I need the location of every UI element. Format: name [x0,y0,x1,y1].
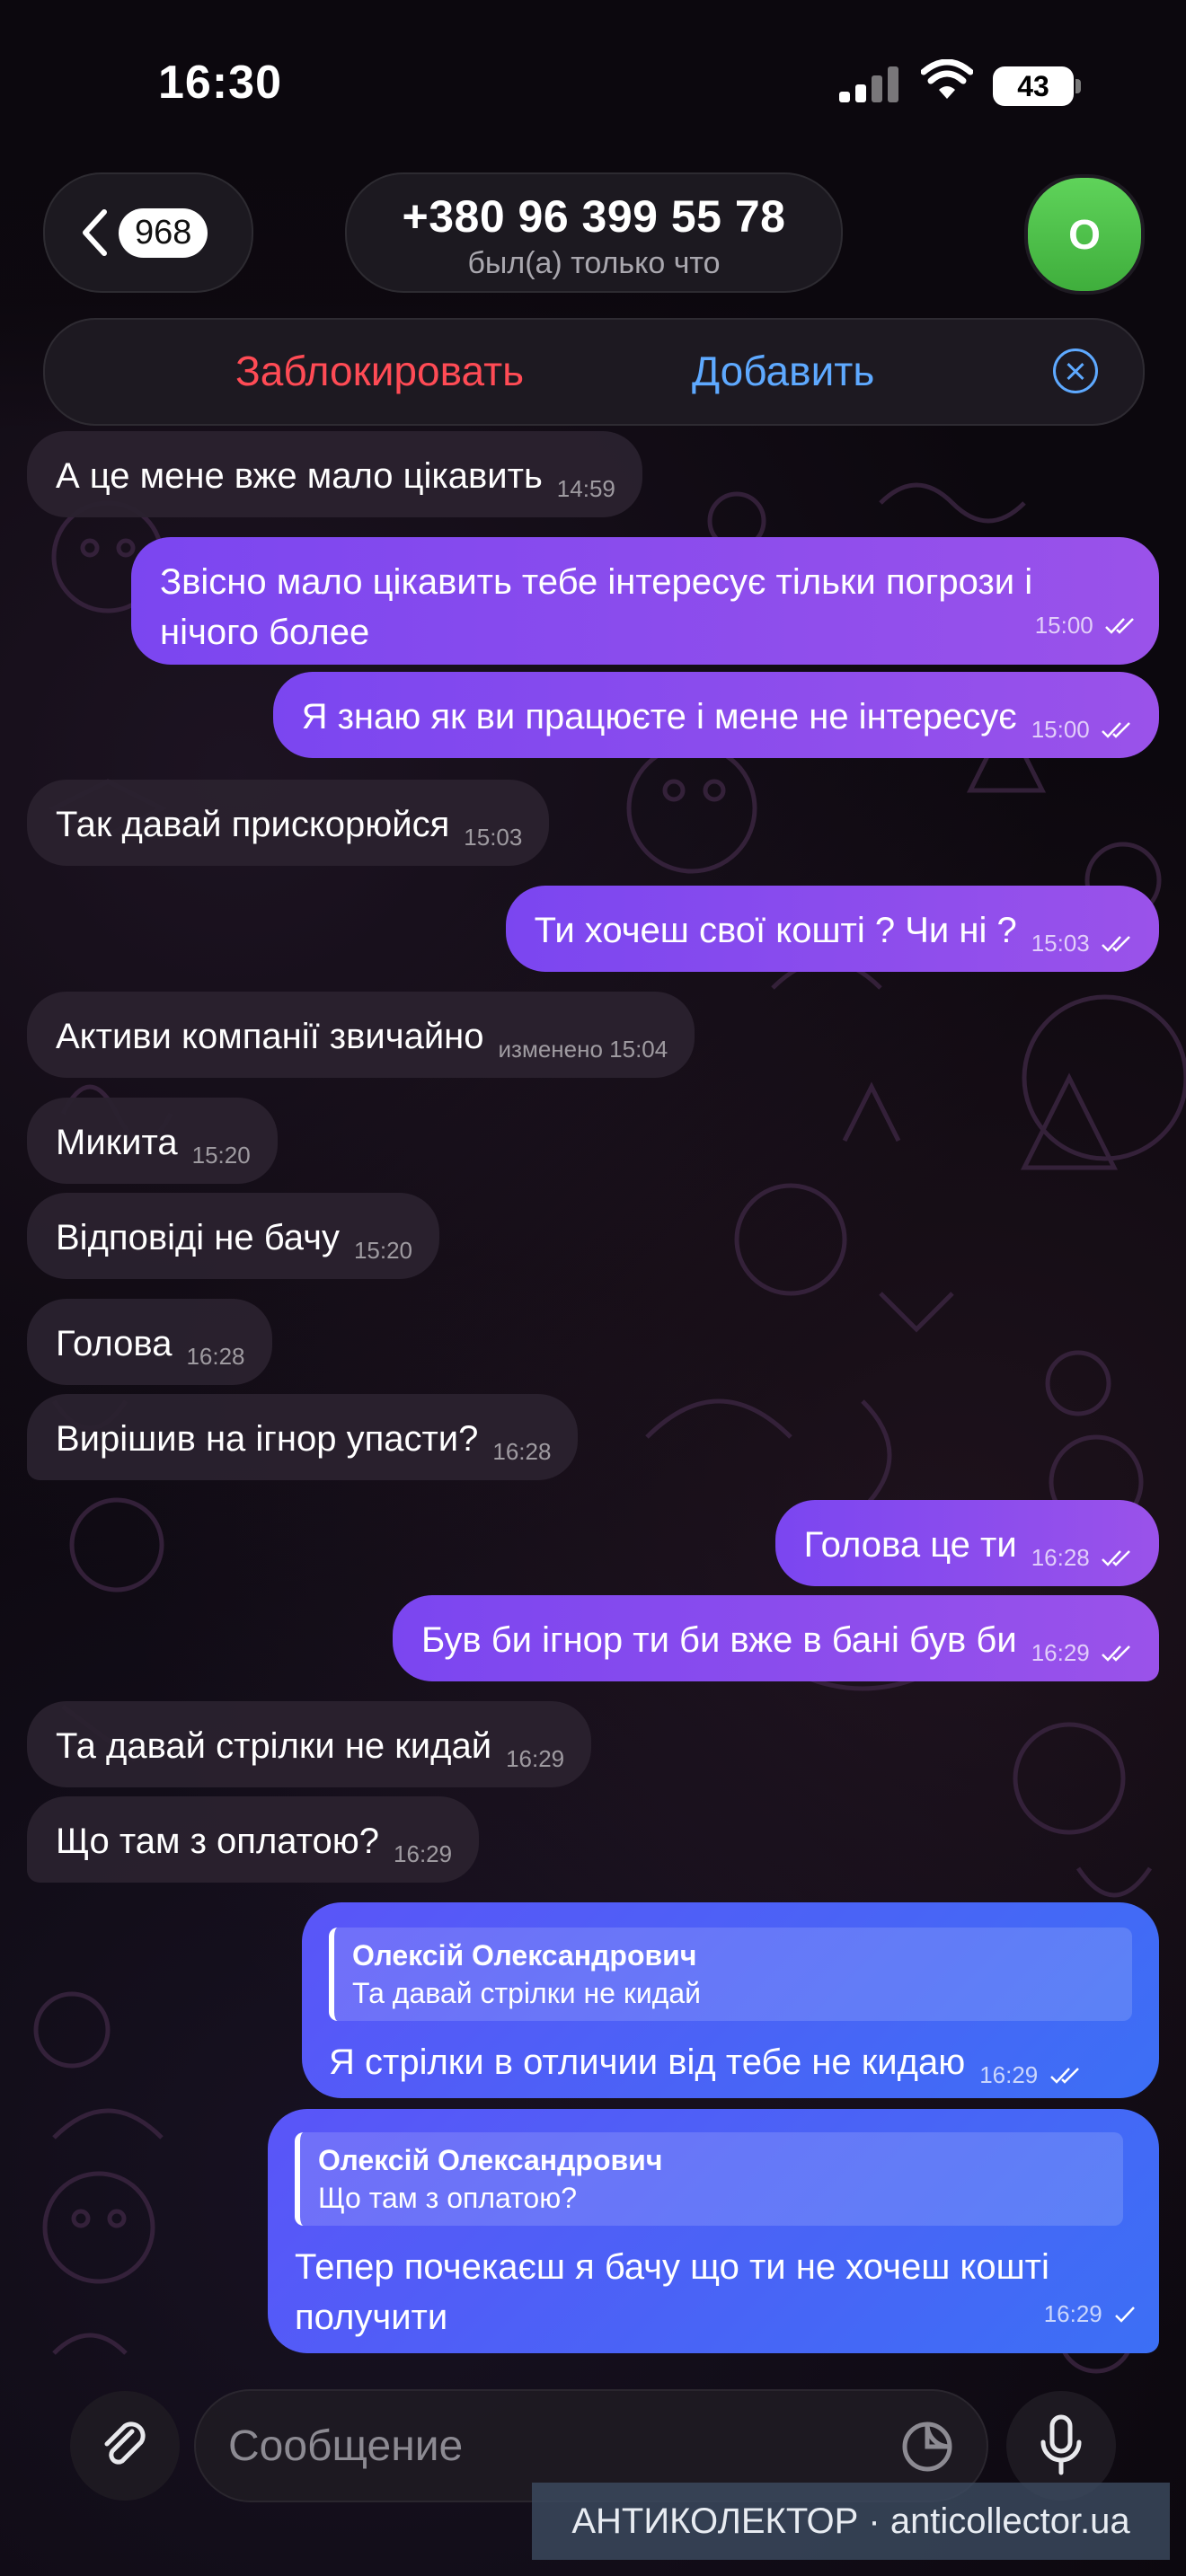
double-check-icon [1102,722,1130,738]
attach-button[interactable] [70,2391,180,2501]
message-time: 16:29 [506,1745,565,1772]
message-time: 14:59 [556,475,615,502]
chat-screen: 16:30 43 968 +380 96 399 55 78 был(а) то… [0,0,1186,2576]
message-bubble[interactable]: Так давай прискорюйся 15:03 [27,780,550,866]
reply-text: Та давай стрілки не кидай [352,1977,702,2009]
message-bubble[interactable]: Звісно мало цікавить тебе інтересує тіль… [131,537,1159,665]
wifi-icon [921,59,973,99]
message-bubble[interactable]: Я знаю як ви працюєте і мене не інтересу… [272,672,1159,758]
message-text: Вирішив на ігнор упасти? [56,1419,479,1459]
close-circle-icon[interactable] [1053,348,1098,393]
block-button[interactable]: Заблокировать [235,347,524,395]
message-text: Відповіді не бачу [56,1218,340,1257]
message-text: Активи компанії звичайно [56,1017,484,1056]
message-bubble[interactable]: Відповіді не бачу 15:20 [27,1193,440,1279]
contact-action-bar [43,318,1145,426]
message-time: 15:00 [1035,600,1136,650]
reply-author: Олексій Олександрович [352,1939,697,1972]
contact-phone: +380 96 399 55 78 [402,191,786,242]
unread-count-badge: 968 [119,207,208,258]
reply-author: Олексій Олександрович [318,2144,663,2176]
message-time: 16:29 [394,1840,453,1867]
message-text: А це мене вже мало цікавить [56,456,543,496]
message-text: Та давай стрілки не кидай [56,1726,492,1766]
chevron-left-icon [83,209,107,256]
message-text: Так давай прискорюйся [56,805,450,844]
double-check-icon [1105,618,1134,634]
add-contact-button[interactable]: Добавить [692,347,874,395]
message-text: Тепер почекаєш я бачу що ти не хочеш кош… [295,2247,1049,2337]
message-time: 16:28 [492,1438,552,1465]
message-time: 15:03 [464,824,523,851]
avatar[interactable]: О [1024,174,1145,295]
check-icon [1115,2307,1135,2323]
signal-icon [839,66,902,102]
double-check-icon [1049,2068,1079,2084]
battery-tip [1075,79,1081,93]
message-time: 15:20 [191,1142,251,1169]
message-bubble[interactable]: Був би ігнор ти би вже в бані був би 16:2… [393,1595,1159,1681]
double-check-icon [1102,1550,1130,1566]
message-time: 15:20 [353,1237,413,1264]
last-seen-status: был(а) только что [467,246,721,280]
back-button[interactable]: 968 [43,172,253,293]
message-time: 16:28 [186,1343,245,1370]
message-bubble[interactable]: Та давай стрілки не кидай 16:29 [27,1701,592,1787]
message-bubble[interactable]: Голова це ти 16:28 [774,1500,1159,1586]
message-text: Микита [56,1123,178,1162]
message-bubble[interactable]: Микита 15:20 [27,1098,278,1184]
message-time: 16:29 [1031,1639,1132,1666]
message-bubble[interactable]: Активи компанії звичайно изменено 15:04 [27,992,695,1078]
message-time: 15:00 [1031,716,1132,743]
reply-quote[interactable]: Олексій Олександрович Що там з оплатою? [295,2132,1123,2226]
message-bubble[interactable]: Ти хочеш свої кошті ? Чи ні ? 15:03 [505,886,1159,972]
double-check-icon [1102,936,1130,952]
message-bubble[interactable]: А це мене вже мало цікавить 14:59 [27,431,642,517]
chat-title[interactable]: +380 96 399 55 78 был(а) только что [345,172,843,293]
reply-quote[interactable]: Олексій Олександрович Та давай стрілки н… [329,1928,1132,2021]
microphone-icon [1040,2414,1082,2475]
message-text: Був би ігнор ти би вже в бані був би [421,1620,1017,1660]
message-bubble[interactable]: Олексій Олександрович Що там з оплатою? … [268,2109,1159,2353]
message-text: Звісно мало цікавить тебе інтересує тіль… [160,562,1033,652]
status-time: 16:30 [158,57,282,109]
reply-text: Що там з оплатою? [318,2182,578,2214]
message-time: изменено 15:04 [498,1036,668,1063]
paperclip-icon [104,2422,146,2465]
message-text: Я знаю як ви працюєте і мене не інтересу… [301,697,1017,737]
message-bubble[interactable]: Вирішив на ігнор упасти? 16:28 [27,1394,579,1480]
message-bubble[interactable]: Олексій Олександрович Та давай стрілки н… [302,1902,1159,2098]
message-time: 16:28 [1031,1544,1132,1571]
message-text: Ти хочеш свої кошті ? Чи ні ? [534,911,1017,950]
message-text: Я стрілки в отличии від тебе не кидаю [329,2042,966,2082]
message-time: 16:29 [979,2061,1080,2088]
message-time: 15:03 [1031,930,1132,957]
double-check-icon [1102,1645,1130,1662]
battery-icon: 43 [993,66,1074,106]
message-time: 16:29 [1044,2289,1136,2339]
message-bubble[interactable]: Що там з оплатою? 16:29 [27,1796,480,1883]
message-bubble[interactable]: Голова 16:28 [27,1299,272,1385]
message-placeholder: Сообщение [228,2422,464,2470]
message-text: Голова це ти [803,1525,1017,1565]
watermark: АНТИКОЛЕКТОР · anticollector.ua [532,2483,1170,2560]
message-text: Що там з оплатою? [56,1822,380,1861]
message-text: Голова [56,1324,173,1363]
sticker-icon[interactable] [900,2420,954,2474]
